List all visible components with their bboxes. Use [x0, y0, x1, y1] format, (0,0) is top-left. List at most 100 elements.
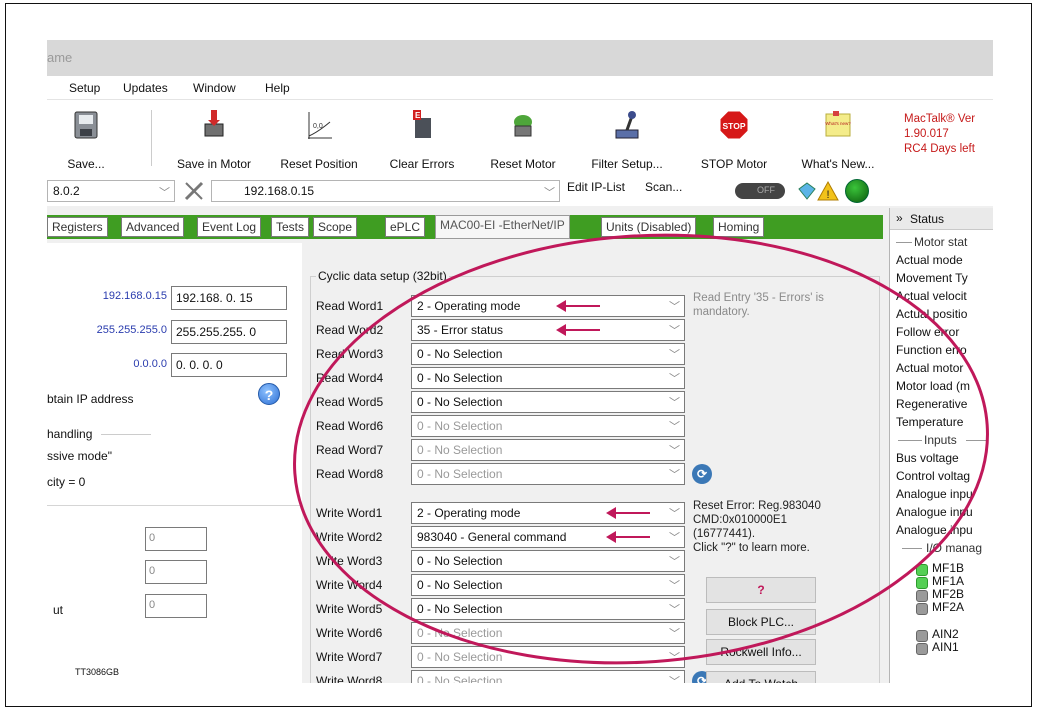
reset-motor-button[interactable]: Reset Motor — [483, 100, 563, 176]
write-word-label: Write Word6 — [316, 626, 383, 640]
status-panel: » Status Motor stat Actual mode Movement… — [889, 208, 993, 683]
write-word-select[interactable]: 0 - No Selection ﹀ — [411, 670, 685, 683]
io-label: MF1B — [932, 561, 965, 575]
read-word-select[interactable]: 0 - No Selection ﹀ — [411, 439, 685, 461]
io-label: MF2B — [932, 587, 965, 601]
inputs-section: Inputs — [924, 433, 957, 447]
write-word-select[interactable]: 0 - No Selection ﹀ — [411, 598, 685, 620]
chevron-down-icon: ﹀ — [669, 604, 680, 616]
toolbar: Save... Save in Motor 0,0 Reset Position… — [47, 100, 993, 176]
write-word-label: Write Word5 — [316, 602, 383, 616]
section-divider — [966, 440, 988, 441]
help-button[interactable]: ? — [706, 577, 816, 603]
refresh-icon[interactable]: ⟳ — [692, 464, 712, 484]
handling-section-label: handling — [47, 427, 93, 441]
menu-updates[interactable]: Updates — [123, 81, 168, 95]
annotation-arrow — [556, 324, 600, 336]
ip-address-field[interactable]: 192.168. 0. 15 — [171, 286, 287, 310]
rockwell-info-button[interactable]: Rockwell Info... — [706, 639, 816, 665]
edit-ip-list-button[interactable]: Edit IP-List — [567, 176, 625, 198]
filter-setup-button[interactable]: Filter Setup... — [587, 100, 667, 176]
read-note: Read Entry '35 - Errors' is mandatory. — [693, 292, 824, 318]
read-word-select[interactable]: 0 - No Selection ﹀ — [411, 391, 685, 413]
help-icon[interactable]: ? — [258, 383, 280, 405]
write-note: Reset Error: Reg.983040 CMD:0x010000E1 (… — [693, 499, 821, 555]
gateway-field[interactable]: 0. 0. 0. 0 — [171, 353, 287, 377]
version-line: MacTalk® Ver — [904, 113, 976, 125]
read-word-label: Read Word6 — [316, 419, 384, 433]
chevron-down-icon: ﹀ — [669, 652, 680, 664]
read-word-select[interactable]: 0 - No Selection ﹀ — [411, 367, 685, 389]
status-panel-header: » Status — [890, 208, 993, 230]
off-toggle[interactable]: OFF — [735, 183, 785, 199]
tab-scope[interactable]: Scope — [313, 217, 358, 237]
write-word-select[interactable]: 0 - No Selection ﹀ — [411, 574, 685, 596]
menu-setup[interactable]: Setup — [69, 81, 100, 95]
read-word-select[interactable]: 0 - No Selection ﹀ — [411, 415, 685, 437]
status-led-icon — [845, 179, 869, 203]
clear-errors-button[interactable]: E Clear Errors — [381, 100, 463, 176]
block-plc-button[interactable]: Block PLC... — [706, 609, 816, 635]
chevron-down-icon: ﹀ — [669, 676, 680, 683]
value-field[interactable]: 0 — [145, 527, 207, 551]
status-item: Actual mode — [896, 253, 963, 267]
add-to-watch-button[interactable]: Add To Watch — [706, 671, 816, 683]
gem-icon — [798, 182, 816, 200]
section-divider — [898, 440, 922, 441]
chevron-down-icon: ﹀ — [669, 508, 680, 520]
write-word-select[interactable]: 0 - No Selection ﹀ — [411, 622, 685, 644]
tab-mac00-ei-ethernet-ip[interactable]: MAC00-EI -EtherNet/IP — [435, 215, 570, 239]
tab-event-log[interactable]: Event Log — [197, 217, 262, 237]
motor-status-section: Motor stat — [914, 235, 968, 249]
input-item: Analogue inpu — [896, 487, 973, 501]
chevron-down-icon: ﹀ — [669, 325, 680, 337]
tab-registers[interactable]: Registers — [47, 217, 108, 237]
warning-icon: ! — [817, 180, 839, 201]
output-label: ut — [53, 603, 64, 617]
write-note-line: (16777441). — [693, 528, 756, 540]
write-word-select[interactable]: 0 - No Selection ﹀ — [411, 550, 685, 572]
save-in-motor-button[interactable]: Save in Motor — [169, 100, 259, 176]
svg-text:0,0: 0,0 — [313, 123, 323, 130]
tab-bar: Registers Advanced Event Log Tests Scope… — [47, 215, 937, 239]
io-label: AIN2 — [932, 627, 959, 641]
value-field[interactable]: 0 — [145, 594, 207, 618]
led-off-icon — [916, 643, 928, 655]
stop-motor-button[interactable]: STOP STOP Motor — [691, 100, 777, 176]
port-select[interactable]: 8.0.2 ﹀ — [47, 180, 175, 202]
read-word-label: Read Word8 — [316, 467, 384, 481]
tab-homing[interactable]: Homing — [713, 217, 765, 237]
read-word-select[interactable]: 0 - No Selection ﹀ — [411, 343, 685, 365]
chevron-down-icon: ﹀ — [669, 397, 680, 409]
tab-advanced[interactable]: Advanced — [121, 217, 185, 237]
scan-button[interactable]: Scan... — [633, 176, 682, 198]
status-item: Follow error — [896, 325, 960, 339]
current-gateway: 0.0.0.0 — [133, 358, 167, 370]
collapse-icon[interactable]: » — [896, 211, 903, 225]
chevron-down-icon: ﹀ — [669, 445, 680, 457]
read-word-select[interactable]: 0 - No Selection ﹀ — [411, 463, 685, 485]
reset-position-button[interactable]: 0,0 Reset Position — [273, 100, 365, 176]
read-word-select[interactable]: 35 - Error status ﹀ — [411, 319, 685, 341]
ip-address-select[interactable]: 192.168.0.15 ﹀ — [211, 180, 560, 202]
write-word-select[interactable]: 0 - No Selection ﹀ — [411, 646, 685, 668]
title-bar: ame — [47, 40, 993, 76]
tools-icon[interactable] — [183, 180, 205, 202]
address-row: 8.0.2 ﹀ 192.168.0.15 ﹀ Edit IP-List Scan… — [47, 176, 993, 206]
tab-tests[interactable]: Tests — [271, 217, 310, 237]
section-divider — [101, 434, 151, 435]
menu-window[interactable]: Window — [193, 81, 236, 95]
tab-eplc[interactable]: ePLC — [385, 217, 426, 237]
menu-help[interactable]: Help — [265, 81, 290, 95]
subnet-mask-field[interactable]: 255.255.255. 0 — [171, 320, 287, 344]
read-word-select[interactable]: 2 - Operating mode ﹀ — [411, 295, 685, 317]
input-item: Analogue inpu — [896, 523, 973, 537]
save-button[interactable]: Save... — [51, 100, 121, 176]
value-field[interactable]: 0 — [145, 560, 207, 584]
input-item: Bus voltage — [896, 451, 959, 465]
chevron-down-icon: ﹀ — [544, 187, 555, 199]
current-subnet-mask: 255.255.255.0 — [96, 324, 167, 336]
tab-units[interactable]: Units (Disabled) — [601, 217, 697, 237]
whats-new-button[interactable]: What's new? What's New... — [795, 100, 881, 176]
sticky-note-icon: What's new? — [825, 111, 851, 137]
